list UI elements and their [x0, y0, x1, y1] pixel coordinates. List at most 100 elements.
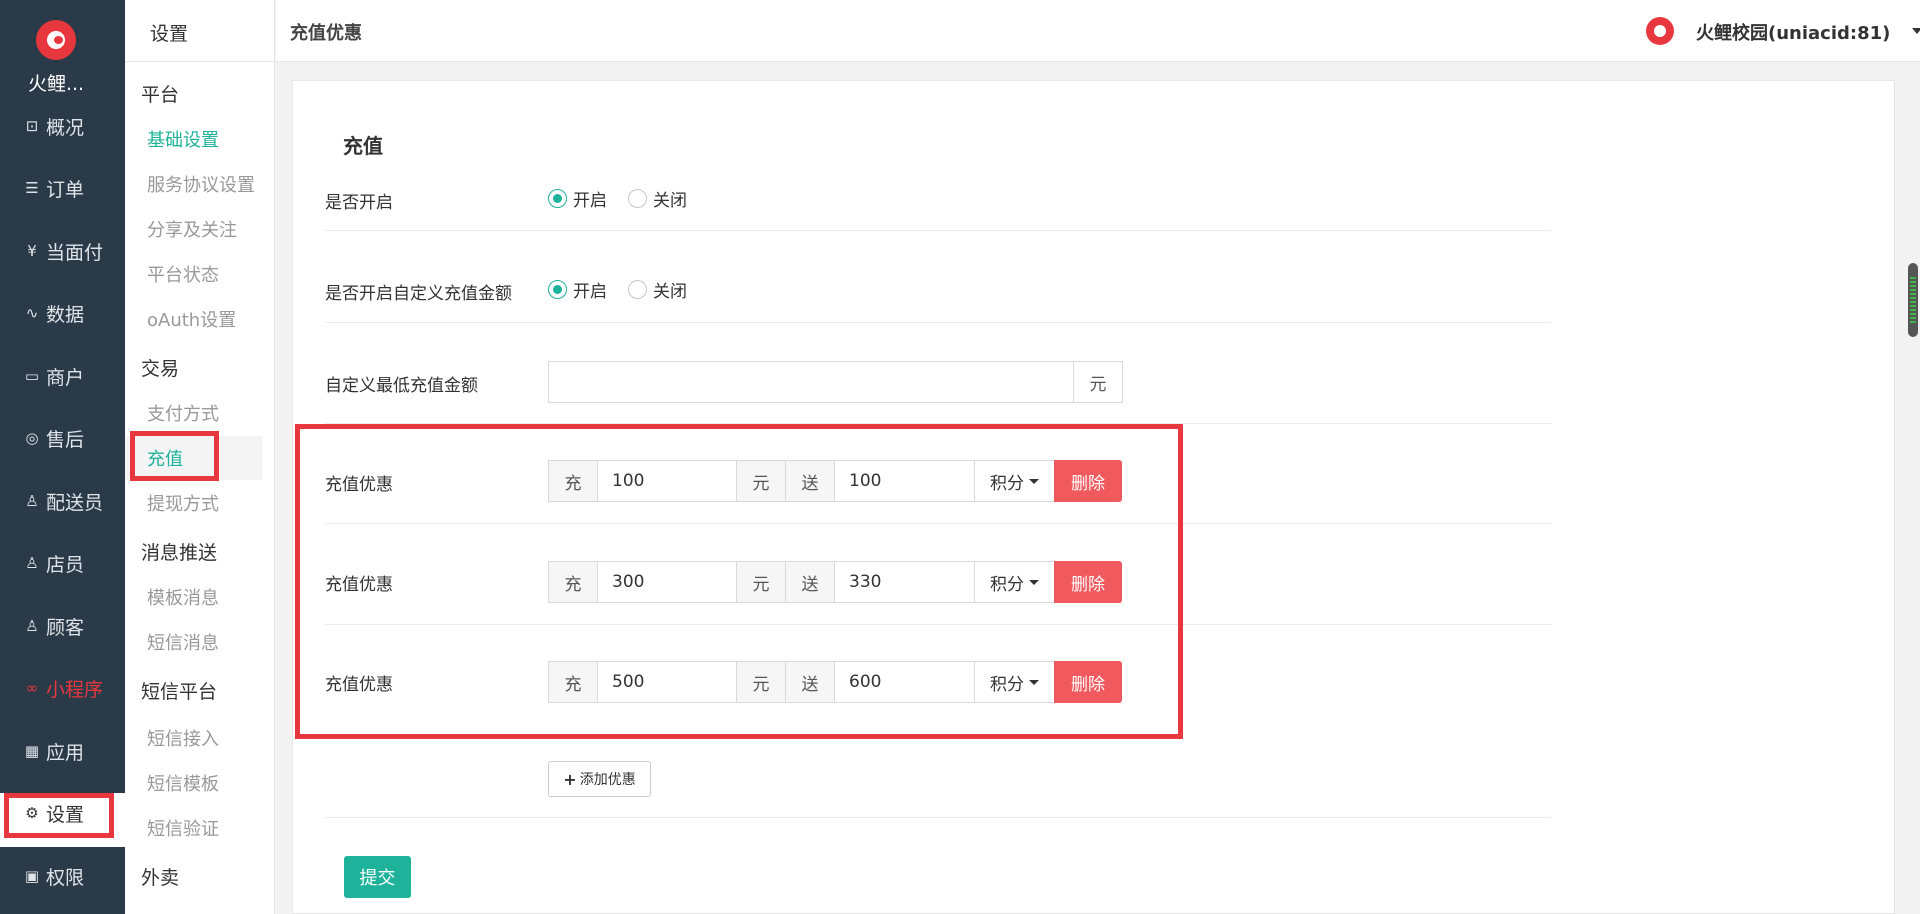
- subnav-item-status[interactable]: 平台状态: [147, 261, 219, 287]
- subnav-group-takeout: 外卖: [141, 867, 180, 889]
- subnav-item-oauth[interactable]: oAuth设置: [147, 306, 236, 332]
- promo-label: 充值优惠: [325, 575, 393, 595]
- user-name[interactable]: 火鲤校园(uniacid:81): [1696, 19, 1890, 45]
- gear-icon: ⚙: [25, 804, 39, 822]
- subnav-item-sms-template[interactable]: 短信模板: [147, 770, 219, 796]
- submit-button[interactable]: 提交: [344, 856, 411, 898]
- order-icon: ☰: [25, 179, 39, 197]
- charge-addon: 充: [548, 460, 598, 502]
- nav-item-customer[interactable]: ♙ 顾客: [22, 610, 84, 642]
- reward-type-dropdown[interactable]: 积分: [974, 460, 1055, 502]
- add-promo-button[interactable]: + 添加优惠: [548, 761, 651, 797]
- radio-checked-icon: [548, 189, 567, 208]
- nav-item-miniapp[interactable]: ∞ 小程序: [22, 672, 103, 704]
- give-amount-input[interactable]: 600: [834, 661, 975, 703]
- divider: [325, 624, 1551, 625]
- custom-amount-label: 是否开启自定义充值金额: [325, 284, 512, 304]
- yuan-addon: 元: [736, 561, 786, 603]
- scrollbar-track[interactable]: [1906, 62, 1920, 914]
- delete-button[interactable]: 删除: [1054, 460, 1122, 502]
- caret-down-icon: [1029, 478, 1039, 484]
- user-avatar[interactable]: [1646, 17, 1674, 45]
- nav-item-overview[interactable]: ⊡ 概况: [22, 110, 84, 142]
- promo-label: 充值优惠: [325, 475, 393, 495]
- divider: [325, 230, 1551, 231]
- settings-subnav: 设置 平台 基础设置 服务协议设置 分享及关注 平台状态 oAuth设置 交易 …: [125, 0, 275, 914]
- customer-icon: ♙: [25, 617, 39, 635]
- subnav-header: 设置: [125, 0, 275, 62]
- nav-item-settings[interactable]: ⚙ 设置: [22, 797, 84, 829]
- nav-item-data[interactable]: ∿ 数据: [22, 297, 84, 329]
- subnav-item-template[interactable]: 模板消息: [147, 584, 219, 610]
- brand-logo[interactable]: [36, 20, 76, 60]
- subnav-item-sms-verify[interactable]: 短信验证: [147, 815, 219, 841]
- subnav-item-recharge[interactable]: 充值: [147, 445, 183, 471]
- main-nav: 火鲤... ⊡ 概况 ☰ 订单 ¥ 当面付 ∿ 数据 ▭ 商户 ◎ 售后 ♙ 配送员 ♙ 店员 …: [0, 0, 125, 914]
- subnav-group-platform: 平台: [141, 84, 180, 106]
- give-amount-input[interactable]: 100: [834, 460, 975, 502]
- radio-unchecked-icon: [628, 280, 647, 299]
- charge-amount-input[interactable]: 500: [597, 661, 737, 703]
- charge-amount-input[interactable]: 300: [597, 561, 737, 603]
- headset-icon: ◎: [25, 429, 39, 447]
- yuan-addon: 元: [736, 661, 786, 703]
- enable-off-radio[interactable]: 关闭: [628, 186, 687, 211]
- nav-item-orders[interactable]: ☰ 订单: [22, 172, 84, 204]
- divider: [325, 817, 1551, 818]
- scrollbar-thumb[interactable]: [1908, 263, 1918, 337]
- delete-button[interactable]: 删除: [1054, 561, 1122, 603]
- custom-on-radio[interactable]: 开启: [548, 277, 607, 302]
- apps-icon: ▦: [24, 742, 40, 760]
- overview-icon: ⊡: [25, 117, 39, 135]
- charge-addon: 充: [548, 561, 598, 603]
- caret-down-icon: [1029, 679, 1039, 685]
- page-title: 充值优惠: [290, 23, 362, 44]
- subnav-item-pay[interactable]: 支付方式: [147, 400, 219, 426]
- promo-label: 充值优惠: [325, 675, 393, 695]
- section-title: 充值: [343, 134, 383, 158]
- nav-item-clerk[interactable]: ♙ 店员: [22, 547, 84, 579]
- yen-icon: ¥: [27, 242, 37, 260]
- nav-item-aftersale[interactable]: ◎ 售后: [22, 422, 84, 454]
- reward-type-dropdown[interactable]: 积分: [974, 661, 1055, 703]
- subnav-item-sms-msg[interactable]: 短信消息: [147, 629, 219, 655]
- brand-name: 火鲤...: [27, 73, 85, 95]
- subnav-item-sms-access[interactable]: 短信接入: [147, 725, 219, 751]
- custom-off-radio[interactable]: 关闭: [628, 277, 687, 302]
- topbar: 充值优惠 火鲤校园(uniacid:81): [276, 0, 1920, 62]
- chart-icon: ∿: [25, 304, 39, 322]
- delete-button[interactable]: 删除: [1054, 661, 1122, 703]
- enable-label: 是否开启: [325, 193, 393, 213]
- give-addon: 送: [785, 661, 835, 703]
- give-addon: 送: [785, 460, 835, 502]
- divider: [325, 423, 1551, 424]
- enable-on-radio[interactable]: 开启: [548, 186, 607, 211]
- miniapp-icon: ∞: [25, 679, 39, 697]
- nav-item-permissions[interactable]: ▣ 权限: [22, 860, 84, 892]
- give-amount-input[interactable]: 330: [834, 561, 975, 603]
- subnav-item-share[interactable]: 分享及关注: [147, 216, 237, 242]
- subnav-item-agreement[interactable]: 服务协议设置: [147, 171, 255, 197]
- lock-icon: ▣: [24, 867, 40, 885]
- divider: [325, 322, 1551, 323]
- subnav-group-sms: 短信平台: [141, 681, 218, 703]
- courier-icon: ♙: [25, 492, 39, 510]
- nav-item-facepay[interactable]: ¥ 当面付: [22, 235, 103, 267]
- nav-item-apps[interactable]: ▦ 应用: [22, 735, 84, 767]
- subnav-active-bg: [125, 436, 263, 480]
- reward-type-dropdown[interactable]: 积分: [974, 561, 1055, 603]
- plus-icon: +: [563, 769, 577, 789]
- chevron-down-icon[interactable]: [1912, 28, 1920, 34]
- divider: [325, 523, 1551, 524]
- nav-item-merchant[interactable]: ▭ 商户: [22, 360, 84, 392]
- charge-amount-input[interactable]: 100: [597, 460, 737, 502]
- subnav-item-withdraw[interactable]: 提现方式: [147, 490, 219, 516]
- nav-item-courier[interactable]: ♙ 配送员: [22, 485, 103, 517]
- caret-down-icon: [1029, 579, 1039, 585]
- min-amount-label: 自定义最低充值金额: [325, 376, 478, 396]
- min-amount-unit: 元: [1073, 361, 1123, 403]
- radio-unchecked-icon: [628, 189, 647, 208]
- min-amount-input[interactable]: [548, 361, 1074, 403]
- subnav-item-basic[interactable]: 基础设置: [147, 126, 219, 152]
- subnav-group-trade: 交易: [141, 358, 180, 380]
